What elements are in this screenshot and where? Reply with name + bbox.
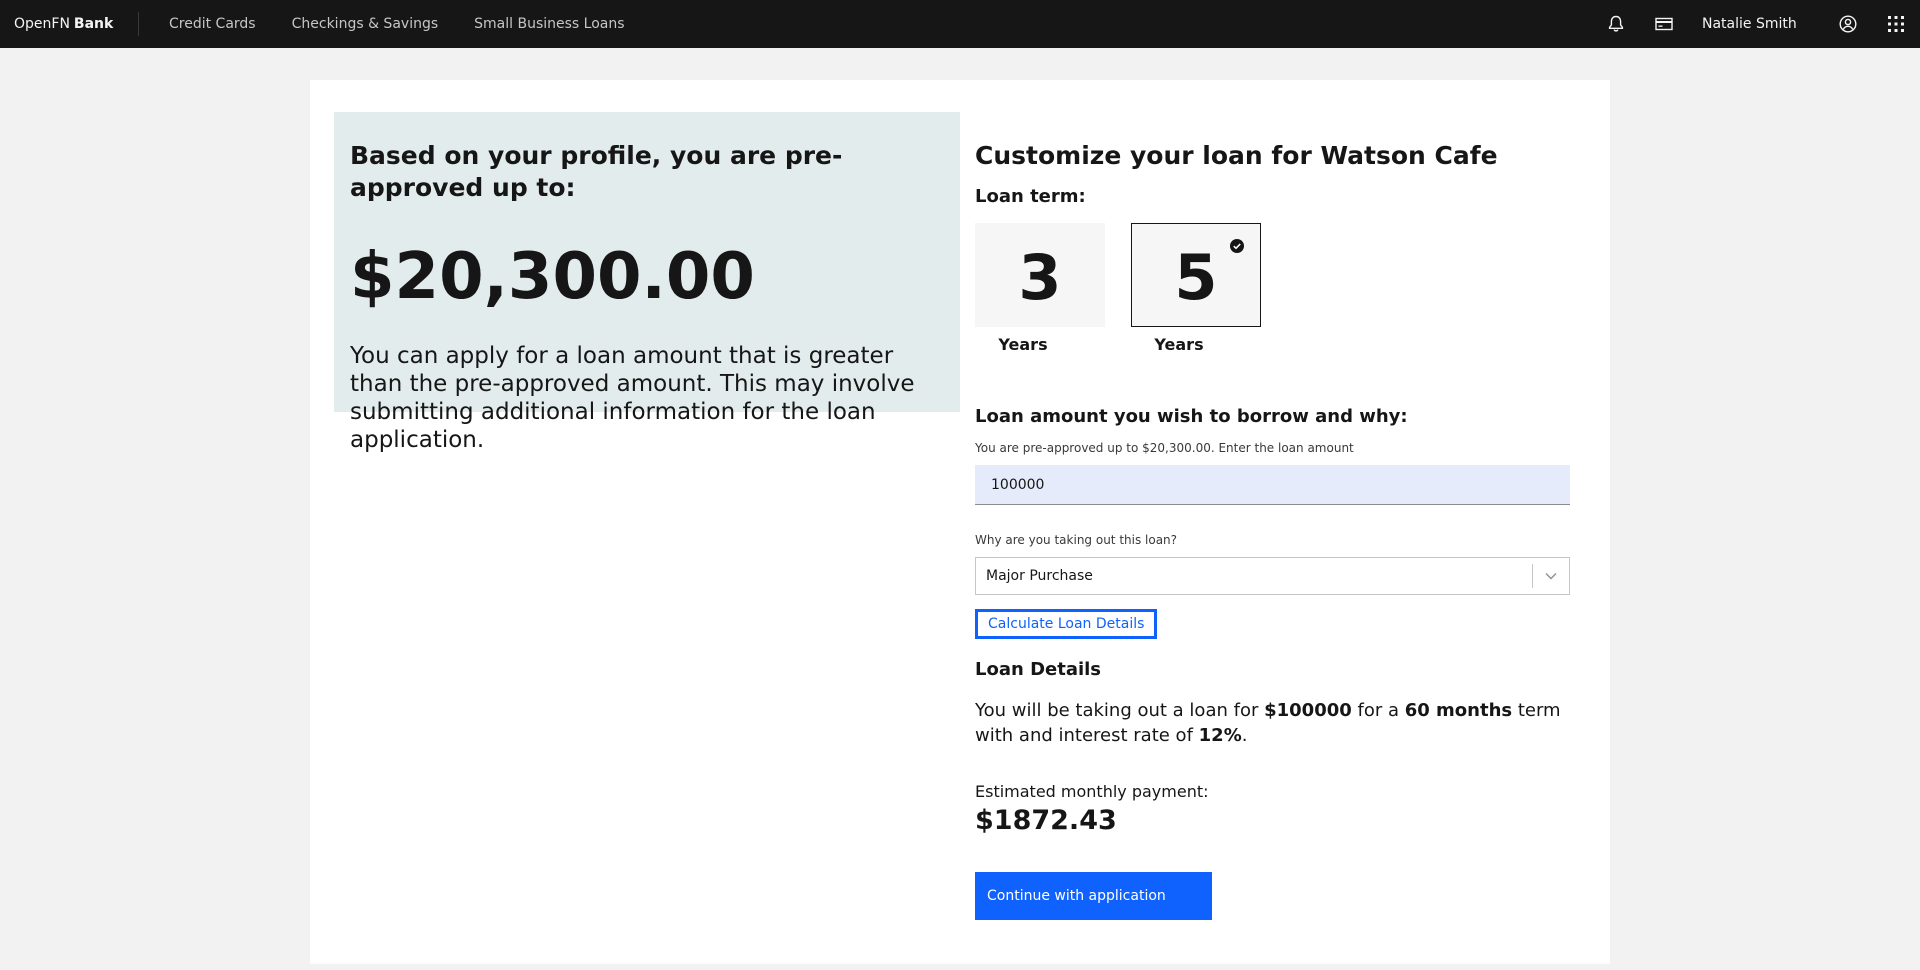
top-header: OpenFN Bank Credit Cards Checkings & Savi… xyxy=(0,0,1920,48)
estimated-payment-amount: $1872.43 xyxy=(975,805,1117,836)
loan-amount-input[interactable]: 100000 xyxy=(975,465,1570,505)
nav-credit-cards[interactable]: Credit Cards xyxy=(151,0,274,48)
term-tile[interactable]: 3 xyxy=(975,223,1105,327)
summary-term: 60 months xyxy=(1404,700,1513,721)
term-unit: Years xyxy=(998,335,1048,354)
loan-amount-value: 100000 xyxy=(991,476,1045,493)
preapproval-heading: Based on your profile, you are pre-appro… xyxy=(350,141,843,202)
chevron-down-icon[interactable] xyxy=(1533,572,1569,580)
loan-card: Based on your profile, you are pre-appro… xyxy=(310,80,1610,964)
loan-reason-select[interactable]: Major Purchase xyxy=(975,557,1570,595)
term-unit: Years xyxy=(1154,335,1204,354)
term-value: 3 xyxy=(1018,241,1062,314)
loan-term-label: Loan term: xyxy=(975,186,1086,207)
main-nav: Credit Cards Checkings & Savings Small B… xyxy=(151,0,643,48)
brand-name: Bank xyxy=(73,16,114,32)
summary-amount: $100000 xyxy=(1264,700,1352,721)
term-tile-selected[interactable]: 5 xyxy=(1131,223,1261,327)
summary-text: You will be taking out a loan for xyxy=(975,700,1265,721)
customize-panel: Customize your loan for Watson Cafe Loan… xyxy=(975,112,1575,920)
loan-details-summary: You will be taking out a loan for $10000… xyxy=(975,698,1575,748)
calculate-loan-details-button[interactable]: Calculate Loan Details xyxy=(975,609,1158,639)
user-name[interactable]: Natalie Smith xyxy=(1688,16,1824,32)
term-value: 5 xyxy=(1174,241,1218,314)
loan-reason-label: Why are you taking out this loan? xyxy=(975,533,1178,547)
brand-logo[interactable]: OpenFN Bank xyxy=(0,0,138,48)
app-switcher-icon[interactable] xyxy=(1872,0,1920,48)
preapproval-panel: Based on your profile, you are pre-appro… xyxy=(334,112,960,453)
term-option-3-years[interactable]: 3 Years xyxy=(975,223,1105,354)
loan-details-heading: Loan Details xyxy=(975,659,1102,680)
continue-application-button[interactable]: Continue with application xyxy=(975,872,1212,920)
loan-reason-value: Major Purchase xyxy=(986,568,1093,584)
summary-text: . xyxy=(1241,725,1248,746)
bell-icon[interactable] xyxy=(1592,0,1640,48)
loan-amount-helper: You are pre-approved up to $20,300.00. E… xyxy=(975,441,1354,455)
loan-term-options: 3 Years 5 Years xyxy=(975,223,1575,354)
summary-rate: 12% xyxy=(1198,725,1242,746)
header-actions: Natalie Smith xyxy=(1592,0,1920,48)
term-option-5-years[interactable]: 5 Years xyxy=(1131,223,1261,354)
preapproval-note: You can apply for a loan amount that is … xyxy=(350,343,915,453)
card-icon[interactable] xyxy=(1640,0,1688,48)
preapproved-amount: $20,300.00 xyxy=(350,240,755,314)
header-divider xyxy=(138,12,139,36)
customize-title: Customize your loan for Watson Cafe xyxy=(975,141,1498,170)
checkmark-icon xyxy=(1230,238,1244,257)
brand-prefix: OpenFN xyxy=(14,16,70,32)
nav-small-business-loans[interactable]: Small Business Loans xyxy=(456,0,642,48)
user-avatar-icon[interactable] xyxy=(1824,0,1872,48)
nav-checkings-savings[interactable]: Checkings & Savings xyxy=(274,0,457,48)
summary-text: for a xyxy=(1351,700,1405,721)
loan-amount-heading: Loan amount you wish to borrow and why: xyxy=(975,406,1408,427)
estimated-payment-label: Estimated monthly payment: xyxy=(975,782,1209,801)
